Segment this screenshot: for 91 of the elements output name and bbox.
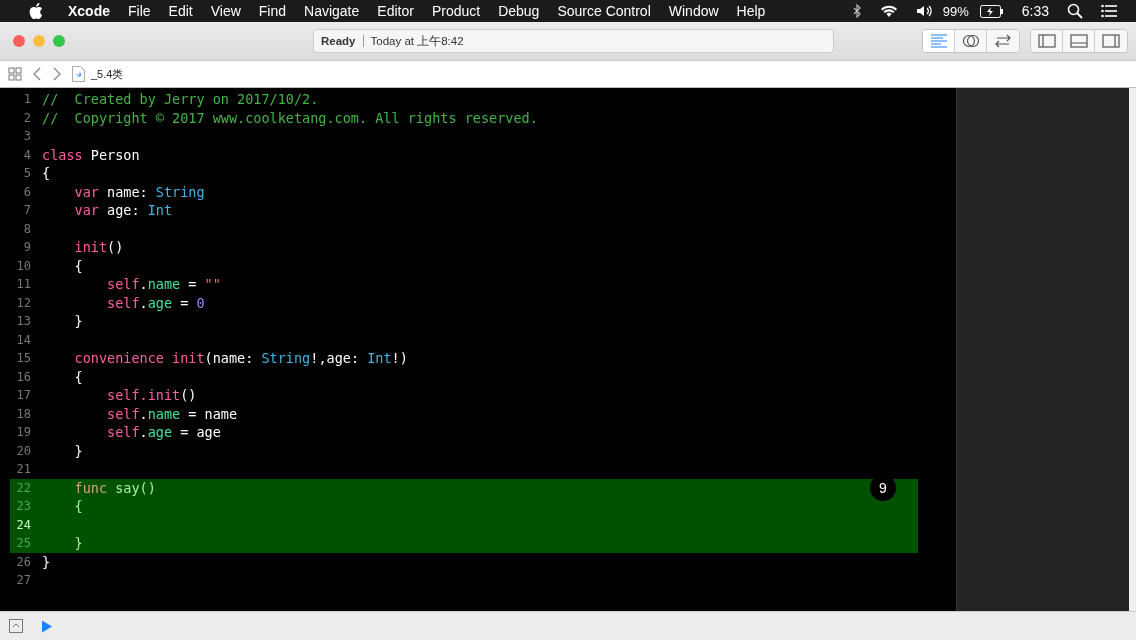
menu-item[interactable]: Source Control <box>548 3 660 19</box>
grid-icon[interactable] <box>8 67 22 81</box>
line-number: 2 <box>22 110 31 125</box>
line-number: 18 <box>15 406 31 421</box>
text-lines-icon <box>929 34 948 48</box>
code-line: self.name = name <box>106 405 238 422</box>
battery-percent: 99% <box>942 3 970 19</box>
code-line: { <box>73 257 83 274</box>
wifi-icon[interactable] <box>879 4 898 18</box>
menu-item[interactable]: Edit <box>159 3 202 19</box>
menu-item[interactable]: Find <box>249 3 296 19</box>
list-icon[interactable] <box>1101 4 1117 18</box>
clock-time[interactable]: 6:33 <box>1012 3 1058 19</box>
play-icon[interactable] <box>41 619 53 633</box>
line-number: 14 <box>15 332 31 347</box>
line-number: 8 <box>22 221 31 236</box>
menu-item[interactable]: Help <box>727 3 775 19</box>
line-number: 13 <box>15 314 31 329</box>
search-icon[interactable] <box>1067 3 1083 19</box>
menu-item[interactable]: View <box>201 3 250 19</box>
hide-debug-area-icon[interactable] <box>9 619 23 633</box>
line-number: 12 <box>15 295 31 310</box>
assistant-editor-button[interactable] <box>955 30 987 52</box>
line-number: 25 <box>15 536 31 551</box>
battery-charging-icon[interactable] <box>979 4 1004 18</box>
line-number: 6 <box>22 184 31 199</box>
line-number: 21 <box>15 462 31 477</box>
menu-item[interactable]: Debug <box>489 3 549 19</box>
line-number: 15 <box>15 351 31 366</box>
line-number: 1 <box>22 92 31 107</box>
code-line: self.init() <box>106 387 197 404</box>
panel-layout-icon <box>1069 34 1088 48</box>
menu-item[interactable]: Window <box>659 3 728 19</box>
version-editor-button[interactable] <box>987 30 1019 52</box>
panel-layout-icon <box>1037 34 1056 48</box>
apple-logo-icon[interactable] <box>29 3 43 19</box>
line-number: 3 <box>22 129 31 144</box>
line-number: 16 <box>15 369 31 384</box>
code-line: init() <box>73 239 124 256</box>
menu-item[interactable]: Navigate <box>295 3 369 19</box>
swift-file-icon <box>72 66 85 82</box>
line-number: 20 <box>15 443 31 458</box>
volume-icon[interactable] <box>915 4 934 18</box>
line-number: 23 <box>15 499 31 514</box>
line-number: 7 <box>22 203 31 218</box>
code-line: // Copyright © 2017 www.coolketang.com. All rights reserved. <box>42 109 538 126</box>
code-line: self.age = age <box>106 424 221 441</box>
close-button[interactable] <box>13 35 25 47</box>
line-number: 5 <box>22 166 31 181</box>
utilities-toggle-button[interactable] <box>1095 30 1127 52</box>
navigator-toggle-button[interactable] <box>1031 30 1063 52</box>
debug-area-toggle-button[interactable] <box>1063 30 1095 52</box>
code-line: func say() <box>73 479 156 496</box>
line-number: 4 <box>22 147 31 162</box>
code-line: self.age = 0 <box>106 294 205 311</box>
code-line: convenience init(name: String!,age: Int!) <box>73 350 408 367</box>
panel-layout-icon <box>1102 34 1120 48</box>
code-line: { <box>73 368 83 385</box>
menu-item[interactable]: Editor <box>368 3 423 19</box>
forward-chevron-icon[interactable] <box>52 67 62 81</box>
overlapping-circles-icon <box>961 33 980 49</box>
code-line: { <box>73 498 83 515</box>
code-line: } <box>73 313 83 330</box>
code-line: var age: Int <box>73 202 173 219</box>
code-line: var name: String <box>73 183 205 200</box>
line-number: 19 <box>15 425 31 440</box>
line-number: 26 <box>15 554 31 569</box>
line-number: 10 <box>15 258 31 273</box>
menu-item[interactable]: File <box>119 3 160 19</box>
app-menu[interactable]: Xcode <box>59 3 119 19</box>
opposing-arrows-icon <box>994 34 1012 48</box>
menu-item[interactable]: Product <box>422 3 490 19</box>
code-line: // Created by Jerry on 2017/10/2. <box>42 91 319 108</box>
bluetooth-icon[interactable] <box>851 4 862 18</box>
line-number: 27 <box>15 573 31 588</box>
line-number: 17 <box>15 388 31 403</box>
file-breadcrumb[interactable]: _5.4类 <box>91 66 124 82</box>
status-timestamp: Today at 上午8:42 <box>370 33 464 49</box>
code-line: class Person <box>42 146 140 163</box>
code-line: self.name = "" <box>106 276 221 293</box>
build-status: Ready <box>321 35 356 47</box>
line-number: 9 <box>22 240 31 255</box>
code-line: } <box>73 535 83 552</box>
line-number: 24 <box>15 517 31 532</box>
zoom-button[interactable] <box>53 35 65 47</box>
back-chevron-icon[interactable] <box>32 67 42 81</box>
code-line: { <box>42 165 51 182</box>
code-line: } <box>42 553 51 570</box>
line-number: 22 <box>15 480 31 495</box>
line-number: 11 <box>15 277 31 292</box>
code-line: } <box>73 442 83 459</box>
